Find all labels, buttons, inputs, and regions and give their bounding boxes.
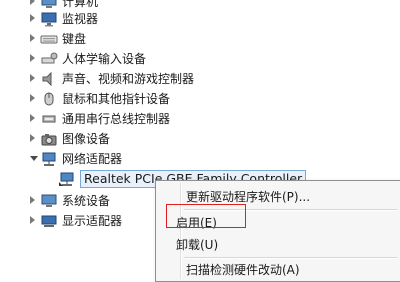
mouse-icon (44, 92, 54, 106)
expand-arrow-icon[interactable] (30, 34, 35, 42)
tree-item-label: 键盘 (62, 32, 87, 46)
expand-arrow-icon[interactable] (30, 196, 35, 204)
tree-item-label: 显示适配器 (62, 214, 123, 228)
tree-item-label: 声音、视频和游戏控制器 (62, 72, 195, 86)
tree-item-usb[interactable]: 通用串行总线控制器 (0, 109, 400, 129)
menu-item-uninstall[interactable]: 卸载(U) (176, 236, 218, 254)
expand-arrow-icon[interactable] (30, 134, 35, 142)
expand-arrow-icon[interactable] (30, 114, 35, 122)
tree-item-label: 网络适配器 (62, 152, 123, 166)
expand-arrow-icon[interactable] (30, 54, 35, 62)
usb-icon (42, 115, 56, 123)
system-icon (41, 194, 57, 207)
camera-icon (41, 134, 57, 146)
expand-arrow-icon[interactable] (30, 14, 35, 22)
menu-separator (184, 257, 397, 259)
expand-arrow-icon[interactable] (30, 0, 35, 5)
context-menu: 更新驱动程序软件(P)... 启用(E) 卸载(U) 扫描检测硬件改动(A) (155, 180, 400, 282)
tree-item-label: 监视器 (62, 12, 99, 26)
network-card-icon (59, 172, 74, 186)
monitor-icon (41, 12, 57, 27)
tree-item-keyboard[interactable]: 键盘 (0, 29, 400, 49)
tree-item-label: 图像设备 (62, 132, 111, 146)
tree-item-mouse[interactable]: 鼠标和其他指针设备 (0, 89, 400, 109)
keyboard-icon (40, 35, 58, 44)
collapse-arrow-icon[interactable] (30, 156, 38, 161)
hid-icon (41, 52, 58, 64)
tree-item-label: 鼠标和其他指针设备 (62, 92, 171, 106)
network-icon (42, 152, 56, 166)
speaker-icon (42, 71, 52, 87)
tree-item-sound[interactable]: 声音、视频和游戏控制器 (0, 69, 400, 89)
tree-item-hid[interactable]: 人体学输入设备 (0, 49, 400, 69)
tree-item-monitor[interactable]: 监视器 (0, 9, 400, 29)
highlight-box (166, 204, 246, 228)
display-adapter-icon (41, 215, 57, 227)
menu-item-scan-hardware[interactable]: 扫描检测硬件改动(A) (186, 261, 300, 279)
expand-arrow-icon[interactable] (30, 216, 35, 224)
tree-item-label: 系统设备 (62, 194, 111, 208)
tree-item-label: 人体学输入设备 (62, 52, 147, 66)
tree-item-imaging[interactable]: 图像设备 (0, 129, 400, 149)
tree-item-network-adapters[interactable]: 网络适配器 (0, 149, 400, 169)
expand-arrow-icon[interactable] (30, 74, 35, 82)
tree-item-label: 通用串行总线控制器 (62, 112, 171, 126)
expand-arrow-icon[interactable] (30, 94, 35, 102)
